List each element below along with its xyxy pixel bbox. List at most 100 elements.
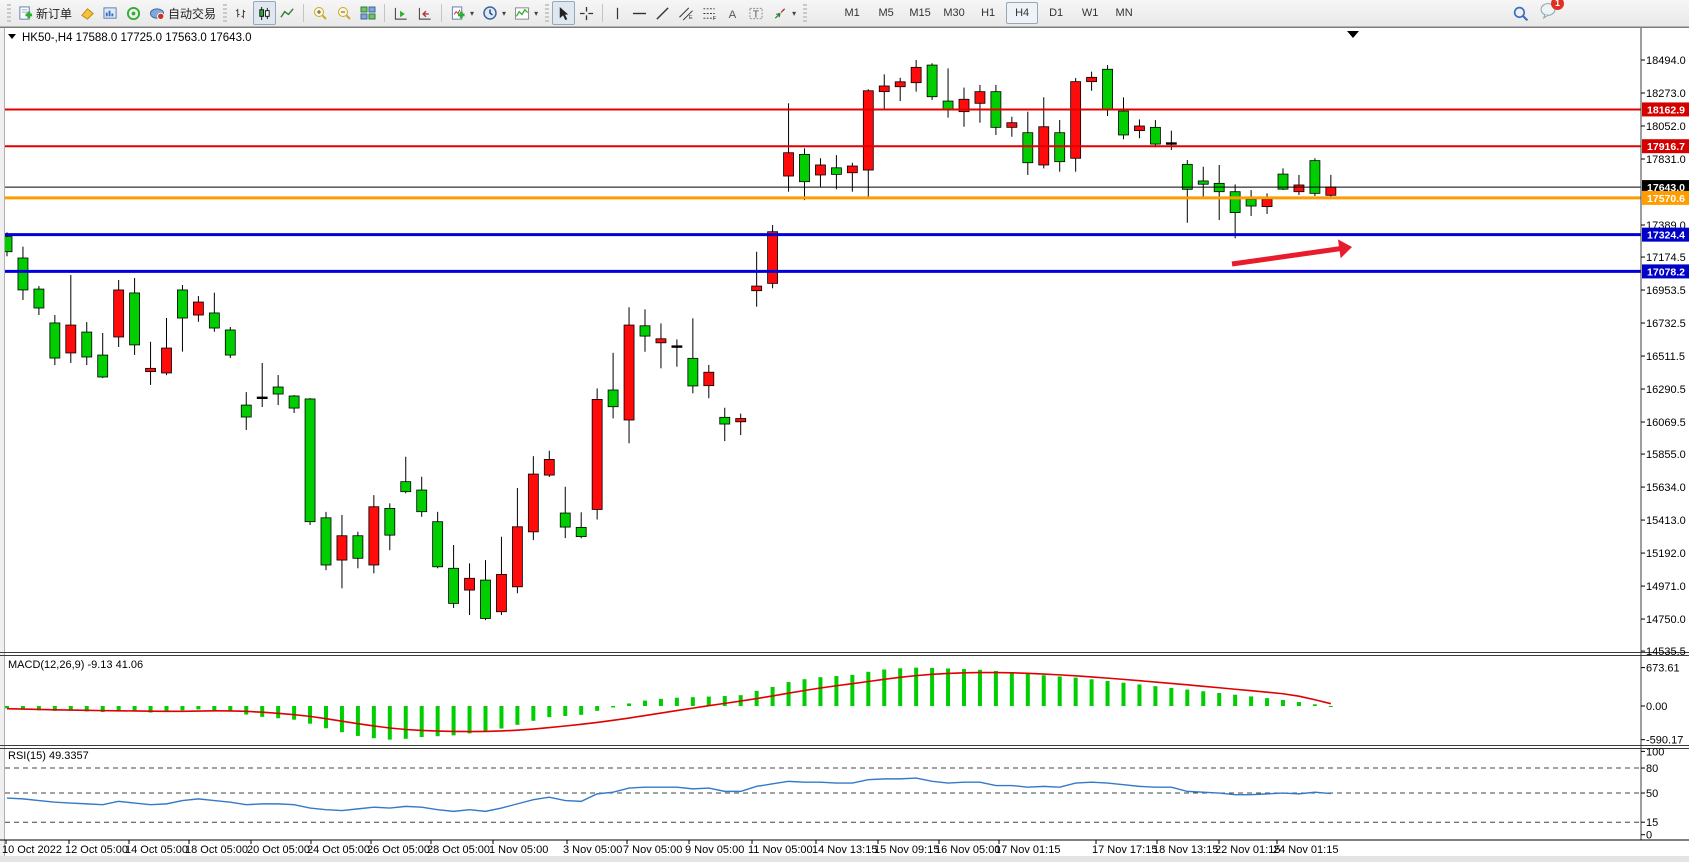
vertical-line-tool[interactable] bbox=[607, 1, 628, 25]
text-tool[interactable]: A bbox=[722, 1, 744, 25]
autotrading-button[interactable]: 自动交易 bbox=[145, 1, 220, 25]
profiles-button[interactable]: ▾ bbox=[478, 1, 510, 25]
svg-text:T: T bbox=[753, 9, 760, 20]
macd-histogram-bar bbox=[850, 675, 854, 706]
price-tick-label: 14535.5 bbox=[1646, 646, 1686, 658]
price-badge-label: 17324.4 bbox=[1647, 230, 1685, 242]
macd-axis-label: 673.61 bbox=[1646, 663, 1680, 675]
candle-body bbox=[544, 459, 554, 475]
timeframe-h1[interactable]: H1 bbox=[972, 2, 1004, 24]
timeframe-m5[interactable]: M5 bbox=[870, 2, 902, 24]
chart-area[interactable]: 18494.018273.018052.017831.017389.017174… bbox=[0, 0, 1689, 862]
timeframe-m15[interactable]: M15 bbox=[904, 2, 936, 24]
tile-windows-icon bbox=[360, 5, 376, 21]
candle-body bbox=[417, 490, 427, 512]
chart-shift-icon bbox=[417, 6, 433, 21]
macd-histogram-bar bbox=[611, 706, 615, 707]
indicators-button[interactable]: ▾ bbox=[510, 1, 542, 25]
candle-body bbox=[177, 290, 187, 318]
timeframe-w1[interactable]: W1 bbox=[1074, 2, 1106, 24]
macd-histogram-bar bbox=[388, 706, 392, 740]
macd-histogram-bar bbox=[499, 706, 503, 729]
channel-tool[interactable]: E bbox=[674, 1, 698, 25]
candle-body bbox=[512, 527, 522, 587]
cursor-tool-button[interactable] bbox=[552, 1, 575, 25]
new-order-button[interactable]: 新订单 bbox=[14, 1, 76, 25]
toolbar-grip[interactable] bbox=[223, 4, 227, 22]
timeframe-d1[interactable]: D1 bbox=[1040, 2, 1072, 24]
time-tick-label: 18 Oct 05:00 bbox=[185, 844, 248, 856]
candle-body bbox=[82, 332, 92, 357]
fibonacci-tool[interactable]: F bbox=[698, 1, 722, 25]
candle-body bbox=[736, 419, 746, 422]
search-icon[interactable] bbox=[1512, 5, 1529, 22]
zoom-out-button[interactable] bbox=[332, 1, 356, 25]
candle-body bbox=[800, 154, 810, 181]
candle-body bbox=[1103, 69, 1113, 109]
candle-body bbox=[608, 390, 618, 407]
candle-body bbox=[1166, 143, 1176, 145]
candle-chart-button[interactable] bbox=[253, 1, 276, 25]
candle-body bbox=[720, 417, 730, 424]
candle-body bbox=[305, 399, 315, 522]
timeframe-m30[interactable]: M30 bbox=[938, 2, 970, 24]
rsi-label: RSI(15) 49.3357 bbox=[8, 750, 89, 762]
clock-icon bbox=[482, 5, 498, 21]
candlestick-chart-icon bbox=[257, 6, 272, 21]
timeframe-h4[interactable]: H4 bbox=[1006, 2, 1038, 24]
equidistant-channel-icon: E bbox=[678, 6, 694, 21]
macd-histogram-bar bbox=[1042, 675, 1046, 706]
macd-histogram-bar bbox=[244, 706, 248, 715]
line-chart-button[interactable] bbox=[276, 1, 299, 25]
macd-histogram-bar bbox=[1313, 704, 1317, 706]
notifications-button[interactable]: 1 bbox=[1539, 2, 1557, 24]
candle-body bbox=[321, 518, 331, 565]
macd-histogram-bar bbox=[818, 677, 822, 706]
toolbar-grip[interactable] bbox=[803, 4, 807, 22]
zoom-in-button[interactable] bbox=[308, 1, 332, 25]
text-label-tool[interactable]: T bbox=[744, 1, 768, 25]
crosshair-tool-button[interactable] bbox=[575, 1, 598, 25]
macd-histogram-bar bbox=[1201, 691, 1205, 706]
horizontal-line-tool[interactable] bbox=[628, 1, 651, 25]
auto-scroll-button[interactable] bbox=[389, 1, 413, 25]
macd-histogram-bar bbox=[1106, 681, 1110, 706]
macd-histogram-bar bbox=[1026, 674, 1030, 706]
macd-histogram-bar bbox=[308, 706, 312, 724]
tile-windows-button[interactable] bbox=[356, 1, 380, 25]
candle-body bbox=[831, 168, 841, 175]
candle-body bbox=[241, 405, 251, 417]
macd-histogram-bar bbox=[5, 706, 9, 708]
autotrading-icon bbox=[149, 6, 165, 21]
new-chart-button[interactable]: ▾ bbox=[446, 1, 478, 25]
toolbar-grip[interactable] bbox=[545, 4, 549, 22]
bar-chart-button[interactable] bbox=[230, 1, 253, 25]
candle-body bbox=[289, 396, 299, 408]
time-tick-label: 1 Nov 05:00 bbox=[489, 844, 548, 856]
arrows-tool[interactable]: ▾ bbox=[768, 1, 800, 25]
candle-body bbox=[1119, 111, 1129, 135]
candle-body bbox=[162, 348, 172, 373]
new-order-icon bbox=[18, 6, 33, 21]
time-tick-label: 18 Nov 13:15 bbox=[1153, 844, 1218, 856]
styler-button[interactable] bbox=[76, 1, 99, 25]
candle-body bbox=[975, 92, 985, 104]
candle-body bbox=[672, 346, 682, 348]
toolbar-grip[interactable] bbox=[7, 4, 11, 22]
rsi-axis-label: 100 bbox=[1646, 746, 1664, 758]
data-window-button[interactable] bbox=[122, 1, 145, 25]
macd-histogram-bar bbox=[1249, 696, 1253, 706]
macd-histogram-bar bbox=[978, 670, 982, 706]
macd-histogram-bar bbox=[1281, 700, 1285, 706]
trendline-tool[interactable] bbox=[651, 1, 674, 25]
timeframe-m1[interactable]: M1 bbox=[836, 2, 868, 24]
timeframe-mn[interactable]: MN bbox=[1108, 2, 1140, 24]
price-tick-label: 15192.0 bbox=[1646, 548, 1686, 560]
market-watch-button[interactable] bbox=[99, 1, 122, 25]
price-tick-label: 18052.0 bbox=[1646, 121, 1686, 133]
auto-scroll-icon bbox=[393, 6, 409, 21]
time-tick-label: 14 Oct 05:00 bbox=[125, 844, 188, 856]
indicators-icon bbox=[514, 6, 530, 21]
chart-shift-button[interactable] bbox=[413, 1, 437, 25]
macd-histogram-bar bbox=[196, 706, 200, 709]
